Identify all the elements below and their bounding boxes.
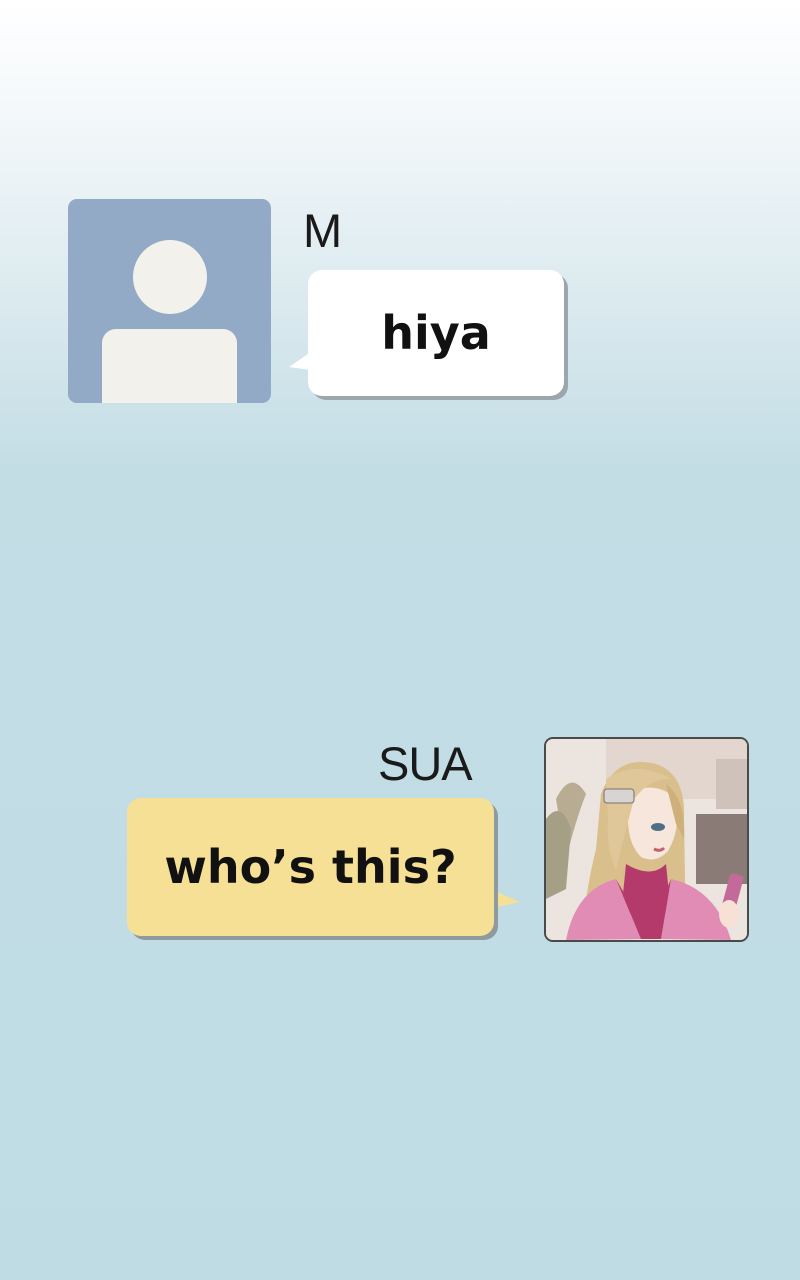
message-bubble-sua[interactable]: who’s this? — [127, 798, 494, 936]
sua-profile-avatar[interactable] — [544, 737, 749, 942]
message-text-m: hiya — [381, 306, 491, 360]
avatar-head-shape — [133, 240, 207, 314]
sender-name-m: M — [303, 204, 342, 257]
avatar-body-shape — [102, 329, 237, 403]
message-text-sua: who’s this? — [164, 840, 457, 894]
message-bubble-m[interactable]: hiya — [308, 270, 564, 396]
profile-illustration — [546, 739, 747, 940]
sender-name-sua: SUA — [378, 737, 473, 790]
bubble-tail-right — [492, 890, 520, 908]
